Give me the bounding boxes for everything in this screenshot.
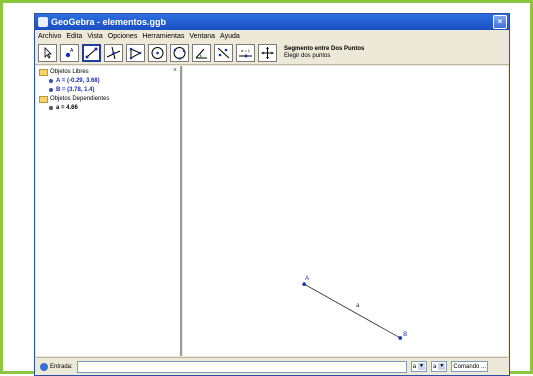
chevron-down-icon: ▼ [418,363,426,370]
symbol-combo-value: a [412,363,417,370]
tool-perpendicular[interactable] [104,44,123,62]
graphics-canvas[interactable]: A B a [183,66,508,356]
menu-bar: Archivo Edita Vista Opciones Herramienta… [35,30,509,42]
graphics-view[interactable]: A B a [183,66,508,356]
tool-circle-three-points[interactable] [170,44,189,62]
geogebra-app-icon [38,17,48,27]
tooltip-description: Elegir dos puntos [284,53,331,59]
symbol-combo[interactable]: a ▼ [410,361,428,372]
window-close-button[interactable]: × [493,15,507,29]
point-a-label: A [305,276,309,282]
polygon-icon [129,47,142,60]
point-a[interactable] [302,282,306,286]
menu-ventana[interactable]: Ventana [189,33,215,40]
slider-icon: a = 1 [239,48,252,58]
menu-edita[interactable]: Edita [66,33,82,40]
tool-bar: A a = 1 Segmento entre Dos Puntos Elegir… [35,42,509,65]
dependent-object-a: a = 4.66 [56,105,78,111]
tool-slider[interactable]: a = 1 [236,44,255,62]
list-item[interactable]: A = (-0.29, 3.68) [39,77,100,85]
command-combo[interactable]: Comando ... [451,361,489,372]
svg-text:A: A [70,48,74,54]
free-object-a: A = (-0.29, 3.68) [56,78,100,84]
point-b[interactable] [398,336,403,340]
tool-circle[interactable] [148,44,167,62]
list-item[interactable]: a = 4.66 [39,104,78,112]
tooltip-title: Segmento entre Dos Puntos [284,46,365,52]
menu-opciones[interactable]: Opciones [108,33,138,40]
dependent-objects-header[interactable]: Objetos Dependientes [39,95,109,103]
command-input[interactable] [76,360,407,373]
tool-new-point[interactable]: A [60,44,79,62]
perpendicular-line-icon [106,46,121,60]
point-bullet-icon [49,88,53,92]
move-view-icon [261,47,274,59]
menu-vista[interactable]: Vista [87,33,102,40]
folder-icon [39,95,48,103]
free-object-b: B = (3.78, 1.4) [56,87,95,93]
menu-herramientas[interactable]: Herramientas [142,33,184,40]
input-label: Entrada: [50,363,73,370]
tool-polygon[interactable] [126,44,145,62]
input-bar: Entrada: a ▼ a ▼ Comando ... [36,357,508,375]
chevron-down-icon: ▼ [438,363,446,370]
greek-combo-value: a [433,363,437,370]
help-icon[interactable] [40,362,48,371]
algebra-view: × Objetos Libres A = (-0.29, 3.68) B = (… [36,66,182,356]
greek-combo[interactable]: a ▼ [431,361,448,372]
menu-archivo[interactable]: Archivo [38,33,61,40]
circle-center-point-icon [151,47,164,59]
geogebra-window: GeoGebra - elementos.ggb × Archivo Edita… [34,13,510,376]
reflect-about-line-icon [217,47,230,59]
folder-icon [39,68,48,76]
slider-icon-label: a = 1 [241,48,251,53]
tool-angle[interactable] [192,44,211,62]
point-b-label: B [403,332,407,338]
arrow-cursor-icon [44,47,52,59]
free-objects-header[interactable]: Objetos Libres [39,68,89,76]
algebra-close-icon[interactable]: × [173,67,177,74]
free-objects-label: Objetos Libres [50,69,89,75]
dependent-objects-label: Objetos Dependientes [50,96,110,102]
tool-move-graphics[interactable] [258,44,277,62]
point-icon: A [65,48,74,58]
angle-icon [195,48,207,59]
tool-move[interactable] [38,44,57,62]
circle-three-points-icon [173,47,186,60]
tool-segment[interactable] [82,44,101,62]
window-title: GeoGebra - elementos.ggb [51,17,167,27]
title-bar: GeoGebra - elementos.ggb × [35,14,509,30]
point-bullet-icon [49,79,53,83]
segment-icon [85,47,98,59]
tool-tooltip: Segmento entre Dos Puntos Elegir dos pun… [284,46,364,60]
segment-a[interactable] [303,283,401,339]
tool-reflect[interactable] [214,44,233,62]
command-combo-value: Comando ... [453,363,487,370]
segment-a-label: a [356,303,360,309]
list-item[interactable]: B = (3.78, 1.4) [39,86,95,94]
segment-bullet-icon [49,106,53,110]
menu-ayuda[interactable]: Ayuda [220,33,240,40]
